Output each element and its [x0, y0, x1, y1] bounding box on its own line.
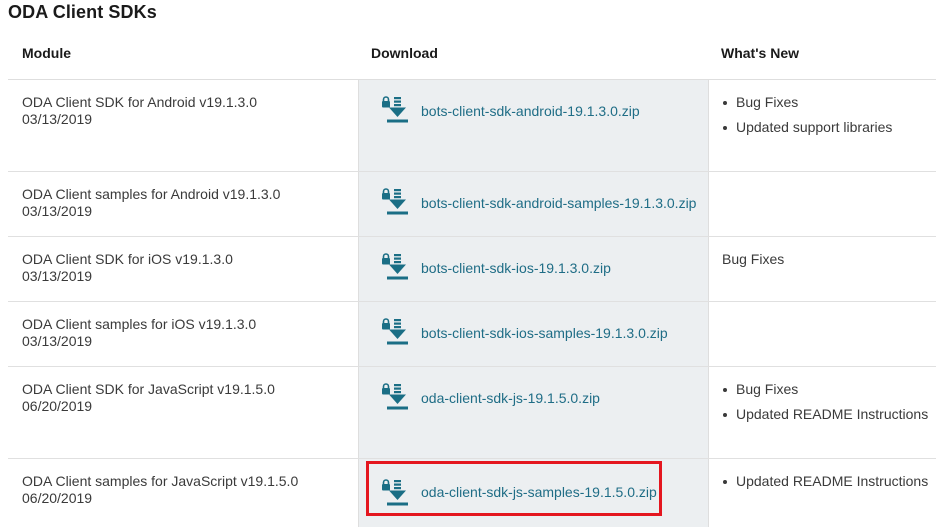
download-link[interactable]: oda-client-sdk-js-19.1.5.0.zip: [421, 390, 600, 406]
download-cell: bots-client-sdk-android-samples-19.1.3.0…: [358, 172, 709, 236]
module-cell: ODA Client SDK for JavaScript v19.1.5.0 …: [22, 381, 275, 415]
module-name: ODA Client SDK for iOS v19.1.3.0: [22, 251, 233, 267]
download-cell: oda-client-sdk-js-samples-19.1.5.0.zip: [358, 459, 709, 527]
lock-download-icon[interactable]: [381, 318, 409, 346]
lock-download-icon[interactable]: [381, 188, 409, 216]
release-date: 03/13/2019: [22, 333, 93, 349]
download-link[interactable]: oda-client-sdk-js-samples-19.1.5.0.zip: [421, 484, 657, 500]
list-item: Updated README Instructions: [722, 473, 928, 490]
module-name: ODA Client samples for JavaScript v19.1.…: [22, 473, 299, 489]
release-date: 03/13/2019: [22, 203, 93, 219]
module-name: ODA Client samples for iOS v19.1.3.0: [22, 316, 257, 332]
header-module: Module: [22, 45, 71, 61]
download-link[interactable]: bots-client-sdk-android-19.1.3.0.zip: [421, 103, 640, 119]
whats-new-text: Bug Fixes: [722, 251, 785, 267]
release-date: 06/20/2019: [22, 490, 93, 506]
module-cell: ODA Client SDK for Android v19.1.3.0 03/…: [22, 94, 257, 128]
whats-new-cell: Updated README Instructions: [722, 473, 928, 498]
module-name: ODA Client samples for Android v19.1.3.0: [22, 186, 281, 202]
table-row: ODA Client samples for Android v19.1.3.0…: [8, 172, 936, 237]
header-whats-new: What's New: [721, 45, 800, 61]
list-item: Bug Fixes: [722, 381, 928, 398]
module-cell: ODA Client samples for JavaScript v19.1.…: [22, 473, 298, 507]
module-name: ODA Client SDK for JavaScript v19.1.5.0: [22, 381, 275, 397]
lock-download-icon[interactable]: [381, 96, 409, 124]
module-cell: ODA Client samples for iOS v19.1.3.0 03/…: [22, 316, 256, 350]
release-date: 03/13/2019: [22, 111, 93, 127]
release-date: 03/13/2019: [22, 268, 93, 284]
whats-new-cell: Bug Fixes Updated support libraries: [722, 94, 892, 144]
list-item: Bug Fixes: [722, 94, 892, 111]
module-name: ODA Client SDK for Android v19.1.3.0: [22, 94, 258, 110]
lock-download-icon[interactable]: [381, 479, 409, 507]
whats-new-cell: Bug Fixes Updated README Instructions: [722, 381, 928, 431]
download-cell: bots-client-sdk-android-19.1.3.0.zip: [358, 80, 709, 171]
list-item: Updated support libraries: [722, 119, 892, 136]
whats-new-cell: Bug Fixes: [722, 251, 784, 268]
table-header: Module Download What's New: [8, 36, 936, 80]
lock-download-icon[interactable]: [381, 253, 409, 281]
page-title: ODA Client SDKs: [8, 2, 157, 22]
table-row: ODA Client SDK for JavaScript v19.1.5.0 …: [8, 367, 936, 459]
table-row: ODA Client samples for iOS v19.1.3.0 03/…: [8, 302, 936, 367]
table-row: ODA Client SDK for iOS v19.1.3.0 03/13/2…: [8, 237, 936, 302]
download-cell: oda-client-sdk-js-19.1.5.0.zip: [358, 367, 709, 458]
table-row: ODA Client SDK for Android v19.1.3.0 03/…: [8, 80, 936, 172]
download-link[interactable]: bots-client-sdk-ios-samples-19.1.3.0.zip: [421, 325, 668, 341]
header-download: Download: [371, 45, 438, 61]
module-cell: ODA Client samples for Android v19.1.3.0…: [22, 186, 280, 220]
download-cell: bots-client-sdk-ios-samples-19.1.3.0.zip: [358, 302, 709, 366]
table-row: ODA Client samples for JavaScript v19.1.…: [8, 459, 936, 527]
download-link[interactable]: bots-client-sdk-ios-19.1.3.0.zip: [421, 260, 611, 276]
download-cell: bots-client-sdk-ios-19.1.3.0.zip: [358, 237, 709, 301]
list-item: Updated README Instructions: [722, 406, 928, 423]
lock-download-icon[interactable]: [381, 383, 409, 411]
download-link[interactable]: bots-client-sdk-android-samples-19.1.3.0…: [421, 195, 696, 211]
release-date: 06/20/2019: [22, 398, 93, 414]
module-cell: ODA Client SDK for iOS v19.1.3.0 03/13/2…: [22, 251, 233, 285]
